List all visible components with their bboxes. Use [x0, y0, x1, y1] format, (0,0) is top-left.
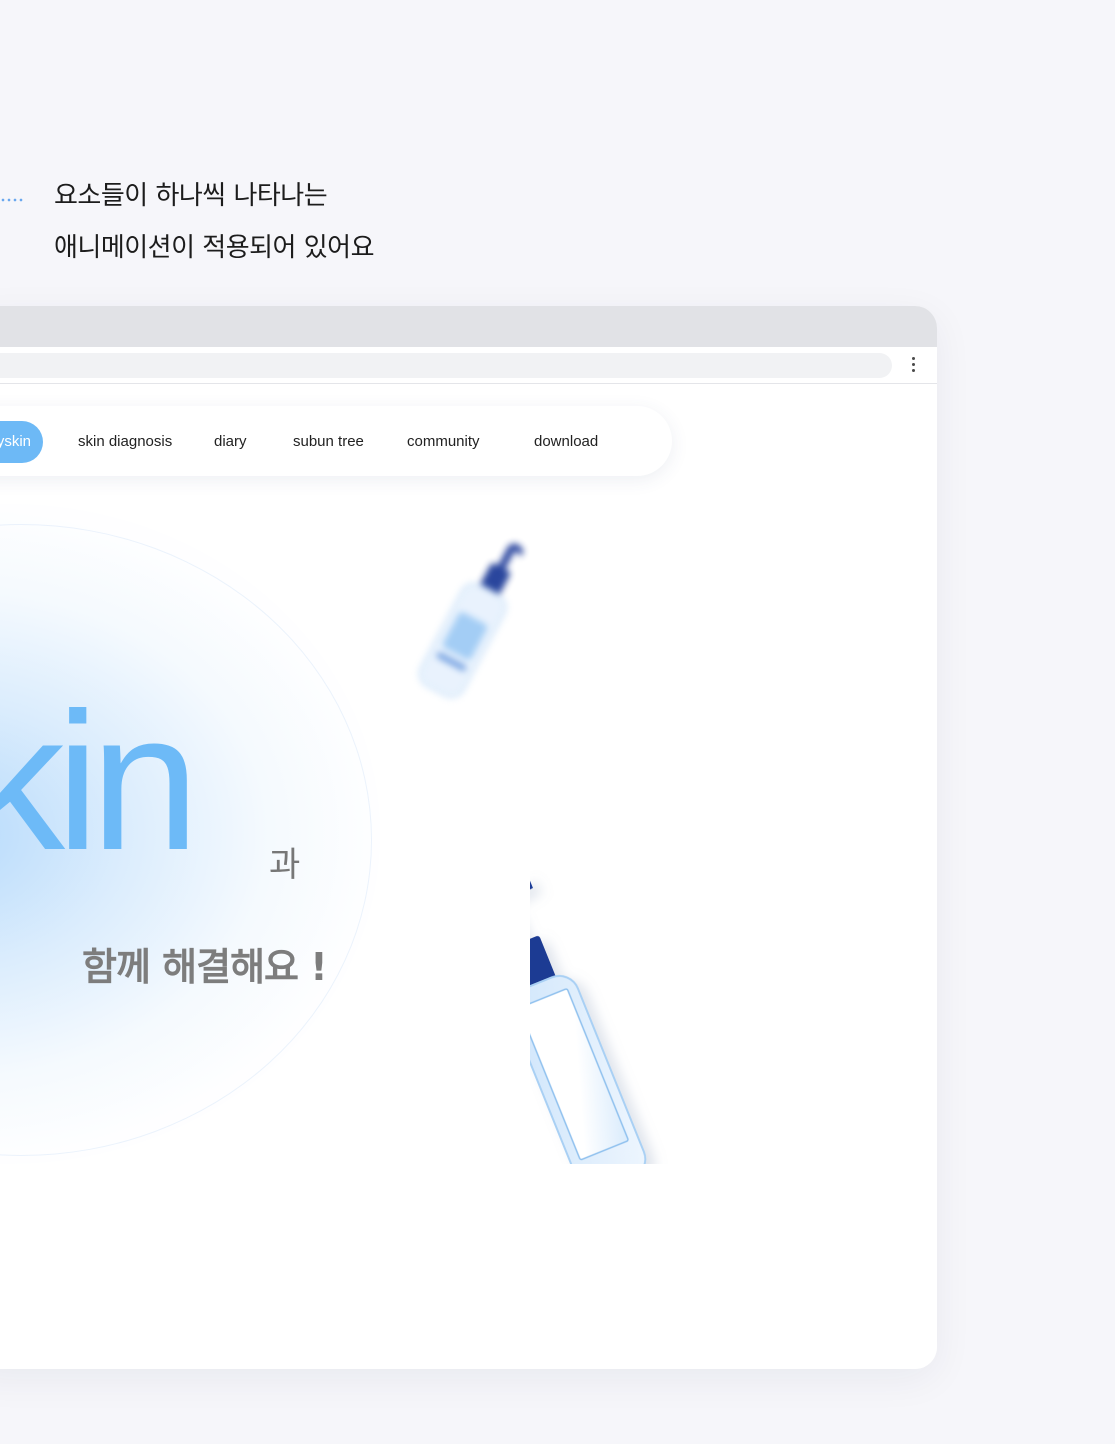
caption: 요소들이 하나씩 나타나는 애니메이션이 적용되어 있어요	[54, 170, 375, 274]
nav-item-diary[interactable]: diary	[214, 421, 247, 463]
browser-toolbar	[0, 347, 937, 384]
address-bar[interactable]	[0, 353, 892, 378]
hero-subtitle: 함께 해결해요 !	[82, 945, 328, 989]
page-viewport: h dayskin skin diagnosis diary subun tre…	[0, 384, 937, 1369]
hero-word: skin	[0, 672, 200, 891]
nav-item-dayskin[interactable]: h dayskin	[0, 421, 43, 463]
main-nav: h dayskin skin diagnosis diary subun tre…	[0, 406, 672, 476]
nav-item-subun-tree[interactable]: subun tree	[293, 421, 364, 463]
caption-line-1: 요소들이 하나씩 나타나는	[54, 181, 328, 211]
blurred-bottle-illustration	[418, 543, 524, 699]
cleanser-bottle-illustration	[530, 876, 647, 1164]
dotted-connector	[0, 197, 24, 203]
browser-titlebar	[0, 306, 937, 347]
nav-item-skin-diagnosis[interactable]: skin diagnosis	[78, 421, 172, 463]
nav-item-download[interactable]: download	[534, 421, 598, 463]
nav-item-community[interactable]: community	[407, 421, 480, 463]
caption-line-2: 애니메이션이 적용되어 있어요	[54, 233, 375, 263]
browser-window: h dayskin skin diagnosis diary subun tre…	[0, 306, 937, 1369]
more-vert-icon[interactable]	[909, 356, 917, 374]
hero-suffix: 과	[269, 845, 301, 885]
